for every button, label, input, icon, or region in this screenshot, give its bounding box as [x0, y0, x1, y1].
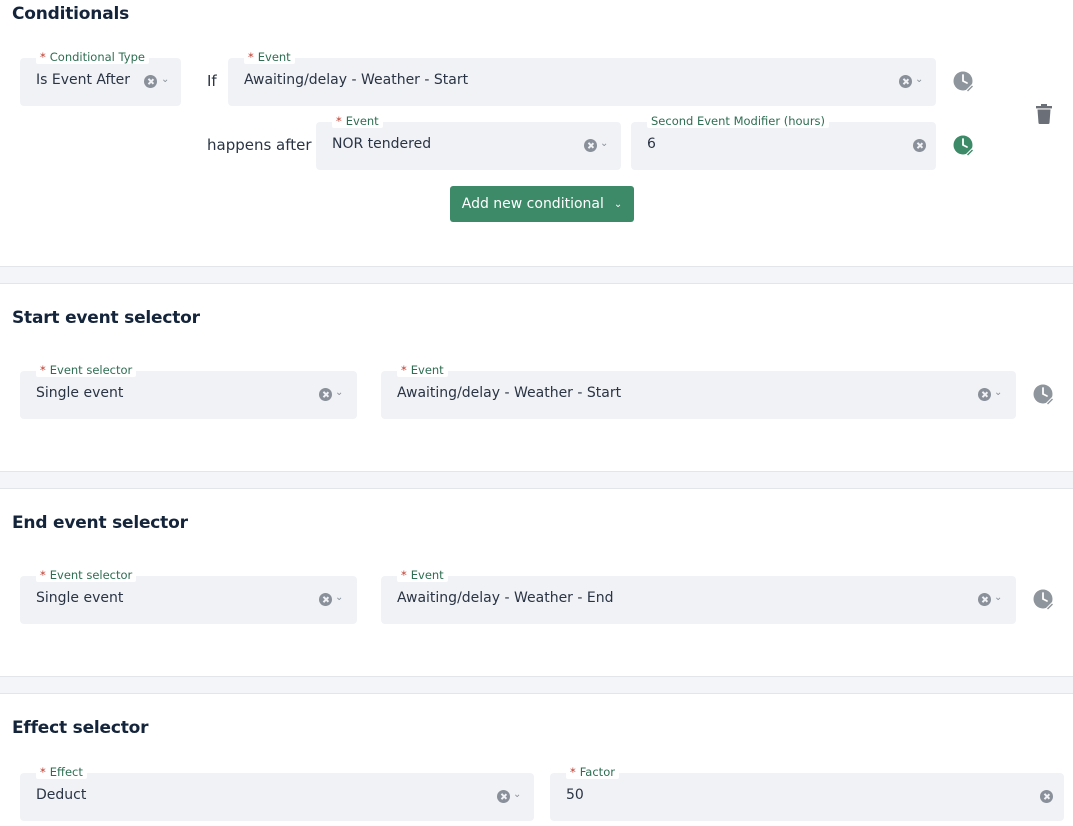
clock-edit-icon[interactable]: [953, 135, 975, 157]
start-event-select[interactable]: * Event Awaiting/delay - Weather - Start …: [381, 363, 1016, 419]
clear-icon[interactable]: [497, 790, 510, 803]
happens-after-label: happens after: [207, 136, 312, 154]
effect-value: Deduct: [36, 787, 87, 803]
first-event-label: * Event: [244, 50, 295, 64]
second-event-select[interactable]: * Event NOR tendered ⌄: [316, 114, 621, 170]
start-event-selector-label: * Event selector: [36, 363, 137, 377]
required-marker: *: [336, 114, 342, 128]
second-event-value: NOR tendered: [332, 136, 432, 152]
add-new-conditional-label: Add new conditional: [461, 196, 604, 212]
clock-edit-icon[interactable]: [1033, 384, 1055, 406]
clear-icon[interactable]: [913, 139, 926, 152]
start-event-selector-select[interactable]: * Event selector Single event ⌄: [20, 363, 357, 419]
factor-input[interactable]: * Factor 50: [550, 765, 1064, 821]
conditional-type-label: * Conditional Type: [36, 50, 149, 64]
section-title-conditionals: Conditionals: [12, 4, 130, 24]
chevron-down-icon[interactable]: ⌄: [335, 387, 343, 398]
effect-select[interactable]: * Effect Deduct ⌄: [20, 765, 534, 821]
conditional-type-value: Is Event After: [36, 72, 131, 88]
first-event-value: Awaiting/delay - Weather - Start: [244, 72, 469, 88]
end-event-selector-section: End event selector * Event selector Singl…: [0, 489, 1073, 676]
section-divider: [0, 676, 1073, 694]
clear-icon[interactable]: [319, 388, 332, 401]
required-marker: *: [570, 765, 576, 779]
chevron-down-icon[interactable]: ⌄: [994, 387, 1002, 398]
second-event-modifier-value: 6: [647, 136, 656, 152]
clear-icon[interactable]: [144, 75, 157, 88]
required-marker: *: [40, 363, 46, 377]
end-event-selector-label: * Event selector: [36, 568, 137, 582]
conditionals-section: Conditionals * Conditional Type Is Event …: [0, 0, 1073, 266]
required-marker: *: [401, 568, 407, 582]
start-event-value: Awaiting/delay - Weather - Start: [397, 385, 622, 401]
end-event-selector-select[interactable]: * Event selector Single event ⌄: [20, 568, 357, 624]
conditional-type-select[interactable]: * Conditional Type Is Event After ⌄: [20, 50, 181, 106]
if-label: If: [207, 72, 217, 90]
start-event-selector-section: Start event selector * Event selector Sin…: [0, 284, 1073, 471]
chevron-down-icon[interactable]: ⌄: [600, 138, 608, 149]
required-marker: *: [40, 765, 46, 779]
end-event-selector-value: Single event: [36, 590, 124, 606]
add-new-conditional-button[interactable]: Add new conditional ⌄: [450, 186, 634, 222]
required-marker: *: [401, 363, 407, 377]
chevron-down-icon: ⌄: [613, 198, 623, 210]
end-event-select[interactable]: * Event Awaiting/delay - Weather - End ⌄: [381, 568, 1016, 624]
second-event-modifier-input[interactable]: Second Event Modifier (hours) 6: [631, 114, 936, 170]
end-event-value: Awaiting/delay - Weather - End: [397, 590, 614, 606]
trash-icon[interactable]: [1036, 104, 1052, 124]
first-event-select[interactable]: * Event Awaiting/delay - Weather - Start …: [228, 50, 936, 106]
section-title-start-event-selector: Start event selector: [12, 308, 200, 328]
second-event-label: * Event: [332, 114, 383, 128]
start-event-selector-value: Single event: [36, 385, 124, 401]
chevron-down-icon[interactable]: ⌄: [513, 789, 521, 800]
section-divider: [0, 266, 1073, 284]
factor-label: * Factor: [566, 765, 619, 779]
clear-icon[interactable]: [899, 75, 912, 88]
section-divider: [0, 471, 1073, 489]
effect-label: * Effect: [36, 765, 87, 779]
factor-value: 50: [566, 787, 584, 803]
end-event-label: * Event: [397, 568, 448, 582]
chevron-down-icon[interactable]: ⌄: [994, 592, 1002, 603]
section-title-effect-selector: Effect selector: [12, 718, 149, 738]
start-event-label: * Event: [397, 363, 448, 377]
chevron-down-icon[interactable]: ⌄: [915, 74, 923, 85]
clear-icon[interactable]: [584, 139, 597, 152]
required-marker: *: [40, 50, 46, 64]
effect-selector-section: Effect selector * Effect Deduct ⌄ * Factor…: [0, 694, 1073, 826]
required-marker: *: [248, 50, 254, 64]
clear-icon[interactable]: [319, 593, 332, 606]
second-event-modifier-label: Second Event Modifier (hours): [647, 114, 830, 128]
section-title-end-event-selector: End event selector: [12, 513, 188, 533]
clear-icon[interactable]: [978, 388, 991, 401]
required-marker: *: [40, 568, 46, 582]
clock-edit-icon[interactable]: [1033, 589, 1055, 611]
chevron-down-icon[interactable]: ⌄: [335, 592, 343, 603]
chevron-down-icon[interactable]: ⌄: [161, 74, 169, 85]
clear-icon[interactable]: [978, 593, 991, 606]
clock-edit-icon[interactable]: [953, 71, 975, 93]
clear-icon[interactable]: [1040, 790, 1053, 803]
